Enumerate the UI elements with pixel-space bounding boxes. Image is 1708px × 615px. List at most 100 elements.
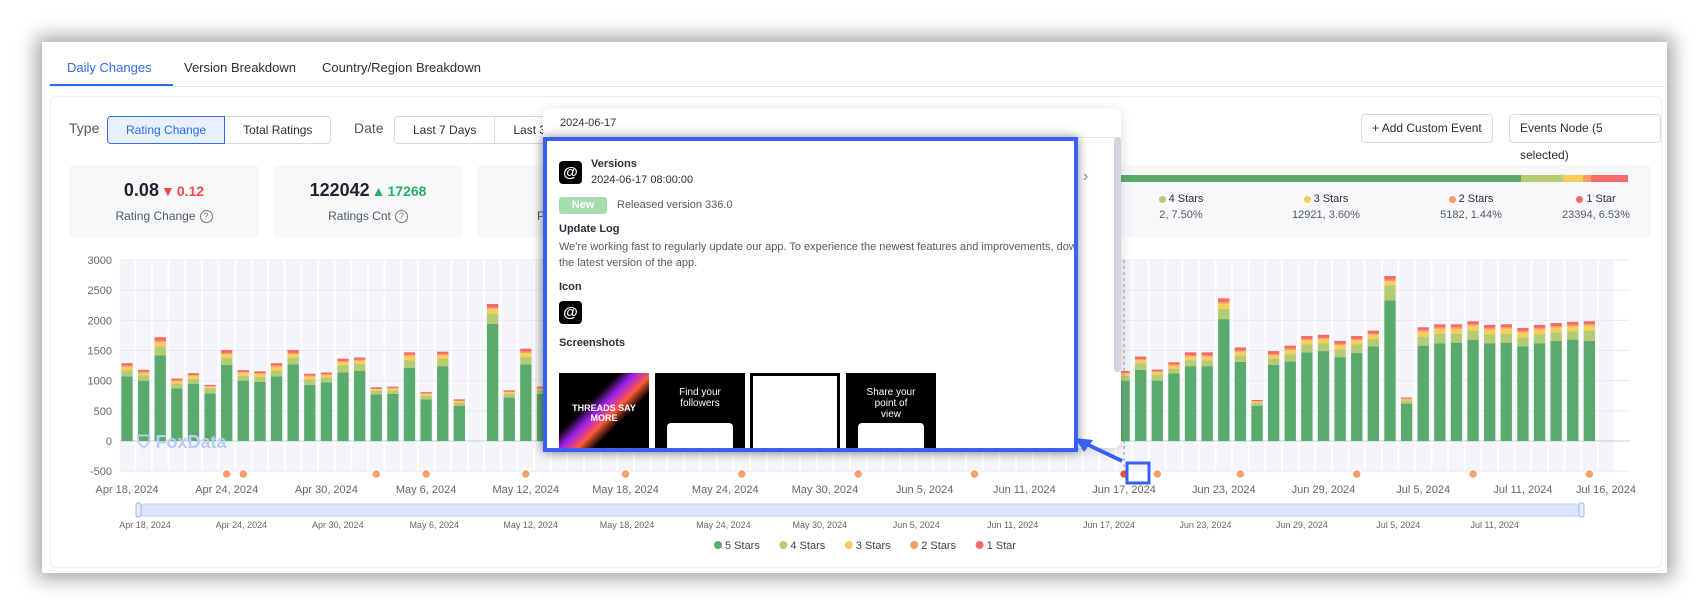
- legend-label: 4 Stars: [790, 540, 825, 552]
- bar-2-stars: [486, 307, 499, 309]
- event-marker-dot: [620, 468, 631, 480]
- bar-3-stars: [1234, 351, 1247, 356]
- bar-4-stars: [1400, 400, 1413, 404]
- bar-1-star: [503, 390, 515, 392]
- type-rating-change-button[interactable]: Rating Change: [107, 116, 226, 144]
- bar-5-stars: [1218, 319, 1230, 441]
- event-marker-dot: [520, 468, 532, 480]
- event-marker-dot: [969, 468, 980, 480]
- slider-tick-label: Apr 30, 2024: [312, 520, 364, 530]
- x-tick-label: Jun 29, 2024: [1292, 484, 1356, 496]
- slider-tick-label: May 24, 2024: [696, 520, 751, 530]
- bar-3-stars: [387, 388, 399, 391]
- x-tick-label: Apr 30, 2024: [295, 484, 358, 496]
- bar-1-star: [486, 304, 499, 308]
- legend-label: 2 Stars: [921, 540, 956, 552]
- bar-3-stars: [1135, 360, 1147, 364]
- slider-tick-label: May 6, 2024: [409, 520, 459, 530]
- bar-2-stars: [1384, 279, 1396, 282]
- bar-4-stars: [1567, 331, 1579, 340]
- y-tick-label: 2000: [88, 315, 112, 327]
- bar-4-stars: [237, 375, 249, 381]
- bar-3-stars: [1484, 329, 1496, 335]
- chevron-right-icon[interactable]: ›: [1083, 168, 1088, 186]
- screenshot-3[interactable]: [750, 373, 840, 448]
- bar-1-star: [1450, 324, 1463, 328]
- bar-5-stars: [1151, 380, 1163, 441]
- event-marker-dot: [1152, 468, 1163, 480]
- bar-4-stars: [121, 370, 133, 377]
- bar-1-star: [354, 357, 366, 360]
- screenshot-1[interactable]: THREADS SAY MORE: [559, 373, 649, 448]
- bar-3-stars: [1351, 340, 1363, 345]
- bar-3-stars: [237, 372, 249, 376]
- bar-2-stars: [1583, 324, 1596, 326]
- event-marker-dot: [1584, 468, 1595, 480]
- bar-3-stars: [1218, 303, 1230, 309]
- event-marker-dot: [371, 468, 382, 480]
- x-tick-label: May 30, 2024: [792, 484, 859, 496]
- range-slider-left-handle: [135, 502, 142, 518]
- bar-4-stars: [304, 379, 316, 385]
- bar-1-star: [1484, 324, 1496, 328]
- bar-1-star: [171, 378, 183, 381]
- legend-label: 5 Stars: [725, 540, 760, 552]
- bar-2-stars: [287, 352, 299, 355]
- bar-1-star: [387, 386, 399, 388]
- bar-5-stars: [154, 355, 166, 441]
- bar-5-stars: [1567, 339, 1579, 441]
- bar-2-stars: [1201, 355, 1213, 357]
- x-tick-label: Jul 5, 2024: [1396, 484, 1450, 496]
- bar-4-stars: [137, 375, 150, 381]
- legend-dot: [975, 541, 984, 549]
- bar-4-stars: [1484, 334, 1496, 344]
- bar-3-stars: [1301, 340, 1313, 345]
- y-tick-label: 2500: [88, 285, 112, 297]
- y-tick-label: 1000: [88, 376, 112, 388]
- y-tick-label: 3000: [88, 255, 112, 267]
- bar-1-star: [187, 373, 200, 375]
- bar-2-stars: [420, 393, 432, 394]
- bar-2-stars: [1400, 398, 1413, 400]
- bar-5-stars: [1484, 343, 1496, 441]
- popup-date: 2024-06-17: [560, 117, 617, 129]
- bar-2-stars: [171, 380, 183, 382]
- bar-3-stars: [1367, 334, 1379, 340]
- bar-4-stars: [370, 390, 382, 395]
- bar-3-stars: [287, 354, 299, 358]
- icon-title: Icon: [559, 281, 582, 293]
- bar-1-star: [1135, 356, 1147, 359]
- update-log-title: Update Log: [559, 223, 620, 235]
- bar-1-star: [520, 348, 532, 352]
- bar-1-star: [1317, 334, 1330, 338]
- bar-1-star: [1301, 336, 1313, 340]
- x-tick-label: Jun 17, 2024: [1092, 484, 1156, 496]
- bar-3-stars: [1517, 332, 1529, 338]
- bar-3-stars: [1450, 328, 1463, 334]
- day-column: [468, 260, 484, 472]
- bar-4-stars: [337, 364, 349, 373]
- bar-2-stars: [437, 354, 449, 356]
- bar-5-stars: [1450, 342, 1463, 441]
- bar-4-stars: [270, 370, 283, 377]
- bar-1-star: [403, 352, 416, 355]
- screenshot-4[interactable]: Share your point of view: [846, 373, 936, 448]
- bar-1-star: [1201, 352, 1213, 356]
- bar-1-star: [1351, 336, 1363, 340]
- slider-tick-label: Jun 29, 2024: [1276, 520, 1328, 530]
- bar-1-star: [287, 349, 299, 353]
- bar-1-star: [121, 363, 133, 366]
- screenshot-2[interactable]: Find your followers: [655, 373, 745, 448]
- bar-3-stars: [1550, 327, 1562, 333]
- bar-5-stars: [1334, 357, 1346, 441]
- bar-4-stars: [354, 363, 366, 372]
- bar-2-stars: [370, 388, 382, 390]
- bar-3-stars: [420, 393, 432, 396]
- bar-1-star: [1400, 397, 1413, 399]
- bar-5-stars: [370, 394, 382, 441]
- bar-4-stars: [1135, 363, 1147, 370]
- popup-scrollbar[interactable]: [1114, 137, 1121, 372]
- x-tick-label: Apr 18, 2024: [96, 484, 159, 496]
- slider-tick-label: Jun 11, 2024: [987, 520, 1038, 530]
- bar-3-stars: [221, 354, 233, 358]
